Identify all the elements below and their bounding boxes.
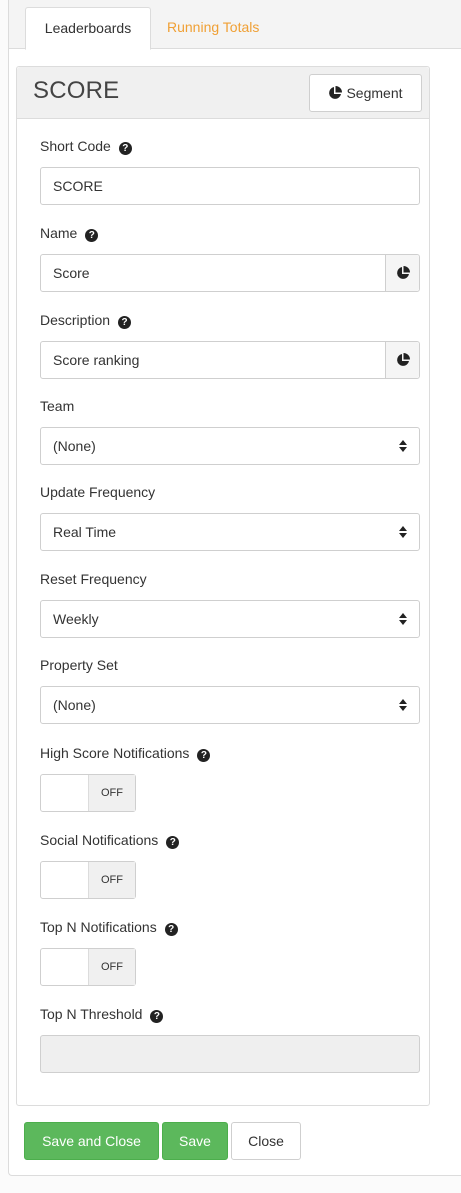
top-n-notifications-toggle[interactable]: OFF: [40, 948, 136, 986]
name-segment-button[interactable]: [385, 255, 419, 291]
sort-caret-icon: [399, 699, 407, 711]
help-icon[interactable]: ?: [150, 1010, 164, 1023]
social-notifications-toggle[interactable]: OFF: [40, 861, 136, 899]
top-n-threshold-input: [40, 1035, 420, 1073]
toggle-state-label: OFF: [88, 862, 135, 898]
update-frequency-select[interactable]: Real Time: [40, 513, 420, 551]
high-score-notifications-label: High Score Notifications?: [40, 745, 211, 762]
short-code-input[interactable]: SCORE: [40, 167, 420, 205]
help-icon[interactable]: ?: [197, 749, 211, 762]
help-icon[interactable]: ?: [85, 229, 99, 242]
reset-frequency-select[interactable]: Weekly: [40, 600, 420, 638]
property-set-select[interactable]: (None): [40, 686, 420, 724]
close-button[interactable]: Close: [231, 1122, 301, 1160]
high-score-notifications-toggle[interactable]: OFF: [40, 774, 136, 812]
save-and-close-button[interactable]: Save and Close: [24, 1122, 159, 1160]
toggle-state-label: OFF: [88, 775, 135, 811]
help-icon[interactable]: ?: [118, 142, 132, 155]
short-code-label: Short Code?: [40, 138, 132, 155]
pie-chart-icon: [396, 266, 410, 279]
description-label: Description?: [40, 312, 132, 329]
description-segment-button[interactable]: [385, 342, 419, 378]
toggle-state-label: OFF: [88, 949, 135, 985]
top-n-notifications-label: Top N Notifications?: [40, 919, 178, 936]
name-label: Name?: [40, 225, 99, 242]
panel-title: SCORE: [33, 77, 120, 104]
sort-caret-icon: [399, 613, 407, 625]
tab-bar: Leaderboards Running Totals: [9, 0, 461, 50]
sort-caret-icon: [399, 526, 407, 538]
social-notifications-label: Social Notifications?: [40, 832, 180, 849]
segment-button-label: Segment: [346, 85, 403, 101]
pie-chart-icon: [329, 86, 343, 99]
property-set-label: Property Set: [40, 657, 118, 673]
panel-header: SCORE Segment: [17, 67, 429, 119]
help-icon[interactable]: ?: [166, 836, 180, 849]
description-input[interactable]: Score ranking: [40, 341, 420, 379]
tab-leaderboards[interactable]: Leaderboards: [25, 7, 151, 50]
segment-button[interactable]: Segment: [309, 74, 422, 112]
tab-running-totals[interactable]: Running Totals: [151, 7, 275, 50]
save-button[interactable]: Save: [162, 1122, 228, 1160]
help-icon[interactable]: ?: [164, 923, 178, 936]
team-label: Team: [40, 398, 75, 414]
pie-chart-icon: [396, 353, 410, 366]
team-select[interactable]: (None): [40, 427, 420, 465]
reset-frequency-label: Reset Frequency: [40, 571, 147, 587]
help-icon[interactable]: ?: [118, 316, 132, 329]
top-n-threshold-label: Top N Threshold?: [40, 1006, 164, 1023]
update-frequency-label: Update Frequency: [40, 484, 156, 500]
name-input[interactable]: Score: [40, 254, 420, 292]
sort-caret-icon: [399, 440, 407, 452]
